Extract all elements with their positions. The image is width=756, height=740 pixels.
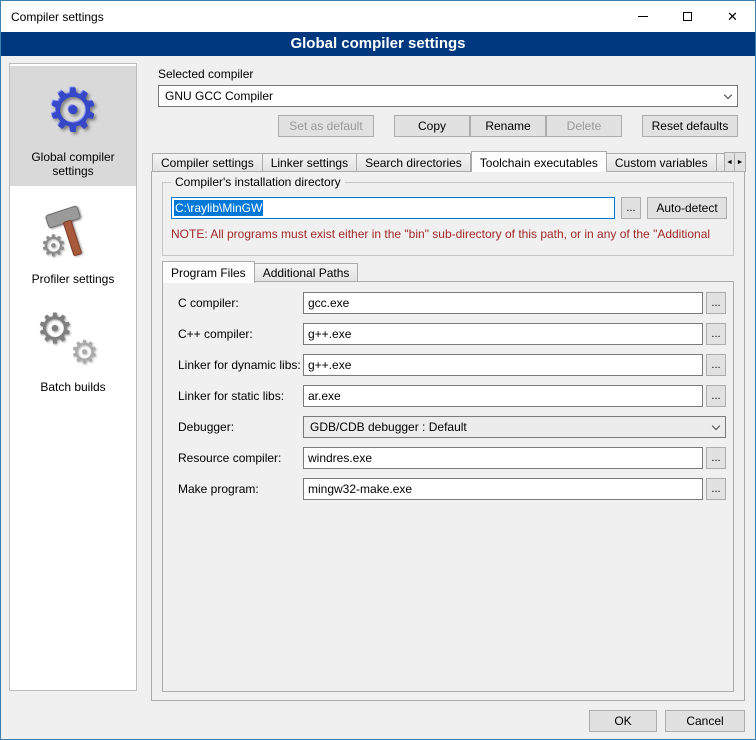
program-files-panel: C compiler: ... C++ compiler: ... Linker… — [162, 281, 734, 692]
tab-scroll-right-button[interactable]: ► — [735, 152, 746, 172]
note-text: NOTE: All programs must exist either in … — [171, 227, 731, 241]
rename-button[interactable]: Rename — [470, 115, 546, 137]
sidebar-item-label: Global compiler settings — [12, 150, 134, 178]
form-row: Resource compiler: ... — [163, 447, 733, 469]
sidebar-item-label: Batch builds — [12, 380, 134, 394]
browse-directory-button[interactable]: ... — [621, 197, 641, 219]
make-program-label: Make program: — [178, 478, 259, 500]
title-bar: Compiler settings ✕ — [1, 1, 755, 32]
installation-directory-label: Compiler's installation directory — [171, 175, 345, 189]
maximize-icon — [683, 12, 692, 21]
linker-dynamic-input[interactable] — [303, 354, 703, 376]
browse-button[interactable]: ... — [706, 354, 726, 376]
compiler-settings-dialog: Compiler settings ✕ Global compiler sett… — [0, 0, 756, 740]
tab-program-files[interactable]: Program Files — [162, 261, 255, 283]
arrow-right-icon: ► — [737, 159, 744, 166]
set-as-default-button[interactable]: Set as default — [278, 115, 374, 137]
delete-button[interactable]: Delete — [546, 115, 622, 137]
chevron-down-icon — [724, 90, 732, 98]
close-icon: ✕ — [727, 9, 738, 25]
tab-scroll-controls: ◄ ► — [724, 152, 746, 172]
linker-dynamic-label: Linker for dynamic libs: — [178, 354, 301, 376]
gear-icon: ⚙ — [70, 336, 99, 368]
reset-defaults-button[interactable]: Reset defaults — [642, 115, 738, 137]
resource-compiler-input[interactable] — [303, 447, 703, 469]
linker-static-label: Linker for static libs: — [178, 385, 284, 407]
debugger-select-value: GDB/CDB debugger : Default — [310, 420, 707, 434]
c-compiler-label: C compiler: — [178, 292, 239, 314]
c-compiler-input[interactable] — [303, 292, 703, 314]
compiler-select-value: GNU GCC Compiler — [165, 89, 719, 103]
window-title: Compiler settings — [1, 10, 620, 24]
browse-button[interactable]: ... — [706, 292, 726, 314]
settings-tabstrip: Compiler settings Linker settings Search… — [152, 150, 724, 172]
form-row: Linker for dynamic libs: ... — [163, 354, 733, 376]
linker-static-input[interactable] — [303, 385, 703, 407]
installation-directory-value: C:\raylib\MinGW — [174, 200, 263, 216]
compiler-select[interactable]: GNU GCC Compiler — [158, 85, 738, 107]
debugger-select[interactable]: GDB/CDB debugger : Default — [303, 416, 726, 438]
gear-icon: ⚙ — [46, 81, 100, 141]
sidebar-item-batch-builds[interactable]: ⚙ ⚙ Batch builds — [10, 296, 136, 402]
chevron-down-icon — [712, 421, 720, 429]
form-row: Make program: ... — [163, 478, 733, 500]
form-row: Linker for static libs: ... — [163, 385, 733, 407]
minimize-icon — [638, 16, 648, 17]
minimize-button[interactable] — [620, 1, 665, 32]
tab-scroll-left-button[interactable]: ◄ — [724, 152, 735, 172]
cancel-button[interactable]: Cancel — [665, 710, 745, 732]
form-row: Debugger: GDB/CDB debugger : Default — [163, 416, 733, 438]
tab-linker-settings[interactable]: Linker settings — [263, 153, 357, 172]
tab-compiler-settings[interactable]: Compiler settings — [152, 153, 263, 172]
form-row: C compiler: ... — [163, 292, 733, 314]
copy-button[interactable]: Copy — [394, 115, 470, 137]
browse-button[interactable]: ... — [706, 478, 726, 500]
make-program-input[interactable] — [303, 478, 703, 500]
form-row: C++ compiler: ... — [163, 323, 733, 345]
tab-additional-paths[interactable]: Additional Paths — [255, 263, 359, 282]
ok-button[interactable]: OK — [589, 710, 657, 732]
installation-directory-input[interactable]: C:\raylib\MinGW — [171, 197, 615, 219]
tab-search-directories[interactable]: Search directories — [357, 153, 471, 172]
program-files-tabstrip: Program Files Additional Paths — [162, 260, 358, 282]
debugger-label: Debugger: — [178, 416, 234, 438]
auto-detect-button[interactable]: Auto-detect — [647, 197, 727, 219]
sidebar-item-label: Profiler settings — [12, 272, 134, 286]
cpp-compiler-input[interactable] — [303, 323, 703, 345]
arrow-left-icon: ◄ — [726, 159, 733, 166]
tab-custom-variables[interactable]: Custom variables — [607, 153, 717, 172]
sidebar-item-profiler-settings[interactable]: ⚙ Profiler settings — [10, 188, 136, 294]
maximize-button[interactable] — [665, 1, 710, 32]
browse-button[interactable]: ... — [706, 447, 726, 469]
gears-stack-icon: ⚙ — [36, 308, 74, 350]
page-title: Global compiler settings — [1, 32, 755, 56]
cpp-compiler-label: C++ compiler: — [178, 323, 253, 345]
sidebar-item-global-compiler-settings[interactable]: ⚙ Global compiler settings — [10, 66, 136, 186]
settings-sidebar: ⚙ Global compiler settings ⚙ Profiler se… — [9, 63, 137, 691]
selected-compiler-label: Selected compiler — [158, 67, 253, 81]
browse-button[interactable]: ... — [706, 385, 726, 407]
browse-button[interactable]: ... — [706, 323, 726, 345]
tab-build-options[interactable]: Buil — [717, 153, 724, 172]
toolchain-executables-panel: Compiler's installation directory C:\ray… — [151, 171, 745, 701]
close-button[interactable]: ✕ — [710, 1, 755, 32]
gear-icon: ⚙ — [40, 232, 67, 262]
installation-directory-group: Compiler's installation directory C:\ray… — [162, 182, 734, 256]
resource-compiler-label: Resource compiler: — [178, 447, 281, 469]
tab-toolchain-executables[interactable]: Toolchain executables — [471, 151, 607, 172]
